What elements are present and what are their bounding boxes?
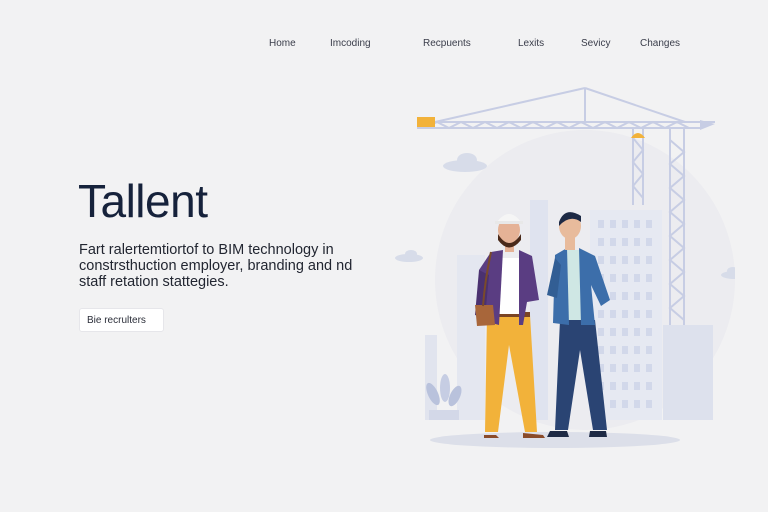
nav-link-imcoding[interactable]: Imcoding — [330, 38, 371, 49]
nav-link-recpuents[interactable]: Recpuents — [423, 38, 471, 49]
nav-link-lexits[interactable]: Lexits — [518, 38, 544, 49]
hero-title: Tallent — [78, 175, 208, 227]
construction-illustration — [395, 87, 735, 448]
nav-link-home[interactable]: Home — [269, 38, 296, 49]
hero-description: Fart ralertemtiortof to BIM technology i… — [79, 242, 353, 290]
top-nav: Home Imcoding Recpuents Lexits Sevicy Ch… — [0, 38, 768, 52]
cloud-icon — [443, 153, 487, 172]
cta-button[interactable]: Bie recrulters — [79, 308, 164, 332]
nav-link-sevicy[interactable]: Sevicy — [581, 38, 610, 49]
crane-counterweight — [417, 117, 435, 127]
cloud-icon — [395, 250, 423, 262]
nav-link-changes[interactable]: Changes — [640, 38, 680, 49]
